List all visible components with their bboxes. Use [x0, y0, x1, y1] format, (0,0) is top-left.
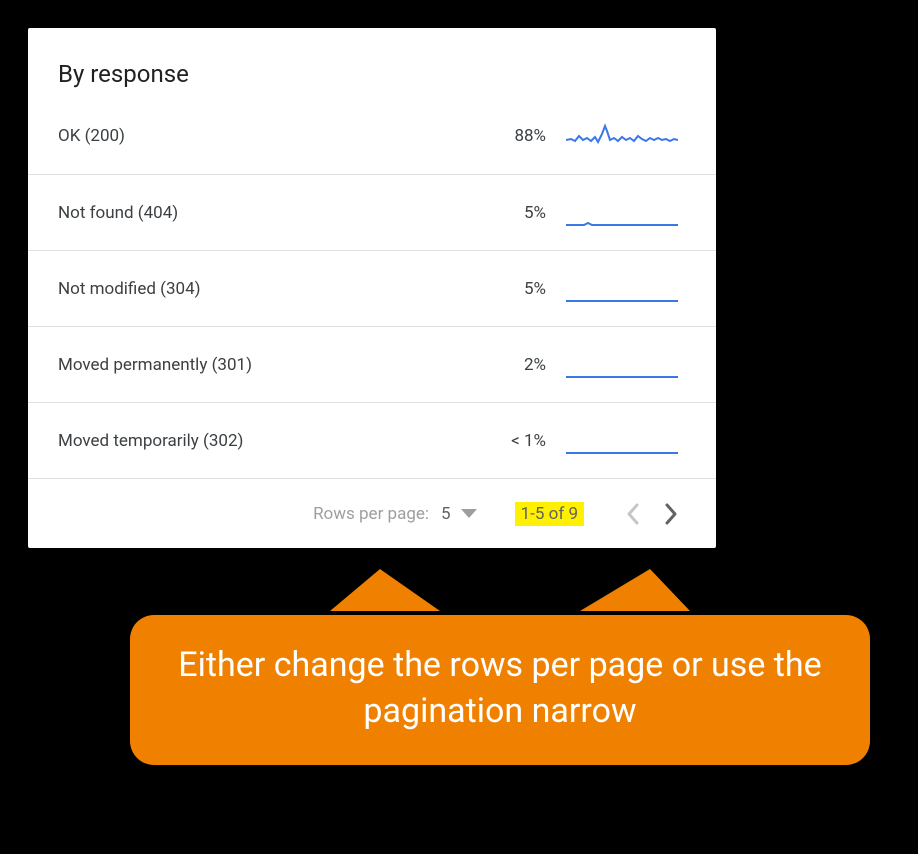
response-table: OK (200) 88% Not found (404) 5% Not modi…: [28, 98, 716, 478]
sparkline: [566, 345, 686, 385]
callout-body: Either change the rows per page or use t…: [130, 615, 870, 765]
by-response-card: By response OK (200) 88% Not found (404)…: [28, 28, 716, 548]
response-percent: 88%: [476, 126, 546, 146]
callout-text: Either change the rows per page or use t…: [178, 645, 821, 731]
response-label: Moved permanently (301): [58, 355, 476, 375]
response-label: Moved temporarily (302): [58, 431, 476, 451]
response-label: Not modified (304): [58, 279, 476, 299]
rows-per-page-label: Rows per page:: [313, 504, 429, 524]
pagination-range: 1-5 of 9: [515, 502, 584, 526]
response-percent: < 1%: [476, 431, 546, 451]
table-row[interactable]: Moved temporarily (302) < 1%: [28, 402, 716, 478]
prev-page-button[interactable]: [614, 495, 652, 533]
rows-per-page-select[interactable]: 5: [441, 504, 477, 524]
sparkline: [566, 421, 686, 461]
table-row[interactable]: Moved permanently (301) 2%: [28, 326, 716, 402]
table-row[interactable]: Not modified (304) 5%: [28, 250, 716, 326]
sparkline: [566, 116, 686, 156]
annotation-callout: Either change the rows per page or use t…: [130, 575, 870, 825]
chevron-down-icon: [461, 504, 477, 524]
response-percent: 5%: [476, 279, 546, 299]
next-page-button[interactable]: [652, 495, 690, 533]
card-title: By response: [28, 28, 716, 98]
response-percent: 2%: [476, 355, 546, 375]
sparkline: [566, 193, 686, 233]
table-footer: Rows per page: 5 1-5 of 9: [28, 478, 716, 548]
response-label: OK (200): [58, 126, 476, 146]
response-percent: 5%: [476, 203, 546, 223]
rows-per-page-value: 5: [441, 504, 451, 524]
table-row[interactable]: Not found (404) 5%: [28, 174, 716, 250]
table-row[interactable]: OK (200) 88%: [28, 98, 716, 174]
response-label: Not found (404): [58, 203, 476, 223]
sparkline: [566, 269, 686, 309]
